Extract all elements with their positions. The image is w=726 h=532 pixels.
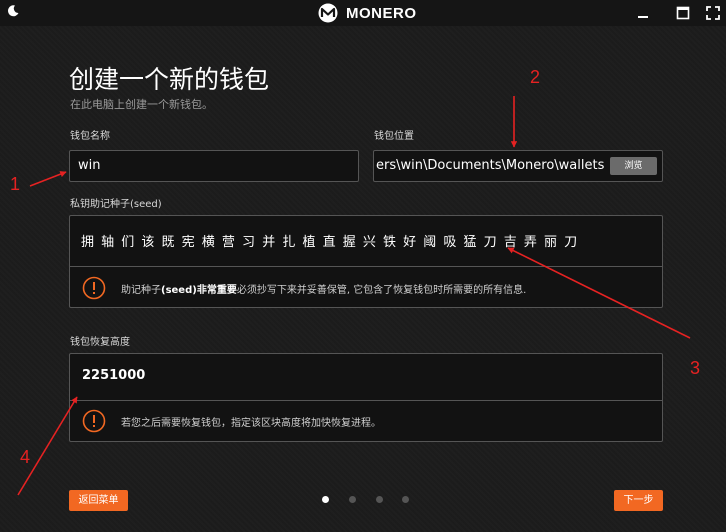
moon-icon[interactable] [6, 4, 20, 18]
info-warning-icon [82, 409, 106, 433]
page-dot-2 [349, 496, 356, 503]
page-title: 创建一个新的钱包 [69, 65, 270, 94]
seed-warning: 助记种子(seed)非常重要必须抄写下来并妥善保管, 它包含了恢复钱包时所需要的… [121, 285, 527, 296]
app-brand: MONERO [318, 3, 417, 23]
annotation-arrow-1 [29, 171, 67, 187]
seed-box: 拥 轴 们 该 既 宪 横 营 习 并 扎 植 直 握 兴 铁 好 阈 吸 猛 … [69, 215, 663, 308]
wallet-name-input[interactable]: win [69, 150, 359, 182]
annotation-label-3: 3 [690, 358, 701, 378]
next-button[interactable]: 下一步 [614, 490, 663, 511]
app-title: MONERO [346, 4, 417, 22]
title-bar: MONERO [0, 0, 726, 26]
wallet-location-value: ers\win\Documents\Monero\wallets [376, 158, 605, 173]
page-dot-3 [376, 496, 383, 503]
annotation-label-1: 1 [10, 174, 21, 194]
fullscreen-icon[interactable] [703, 3, 723, 23]
page-dot-1 [322, 496, 329, 503]
minimize-icon[interactable] [633, 3, 653, 23]
restore-height-box: 2251000 若您之后需要恢复钱包，指定该区块高度将加快恢复进程。 [69, 353, 663, 442]
restore-height-label: 钱包恢复高度 [70, 337, 130, 348]
page-subtitle: 在此电脑上创建一个新钱包。 [70, 98, 213, 111]
seed-label: 私钥助记种子(seed) [70, 199, 162, 210]
restore-height-warning: 若您之后需要恢复钱包，指定该区块高度将加快恢复进程。 [121, 418, 381, 429]
back-to-menu-button[interactable]: 返回菜单 [69, 490, 128, 511]
restore-height-divider [70, 400, 662, 401]
maximize-icon[interactable] [673, 3, 693, 23]
annotation-label-4: 4 [20, 447, 31, 467]
browse-button[interactable]: 浏览 [610, 157, 657, 175]
annotation-label-2: 2 [530, 67, 541, 87]
monero-logo-icon [318, 3, 338, 23]
seed-divider [70, 266, 662, 267]
warning-icon [82, 276, 106, 300]
page-dot-4 [402, 496, 409, 503]
wallet-name-value: win [78, 158, 101, 173]
seed-words: 拥 轴 们 该 既 宪 横 营 习 并 扎 植 直 握 兴 铁 好 阈 吸 猛 … [81, 235, 579, 250]
wallet-location-input[interactable]: ers\win\Documents\Monero\wallets 浏览 [373, 150, 663, 182]
wallet-location-label: 钱包位置 [374, 131, 414, 142]
restore-height-value: 2251000 [82, 368, 146, 383]
wallet-name-label: 钱包名称 [70, 131, 110, 142]
